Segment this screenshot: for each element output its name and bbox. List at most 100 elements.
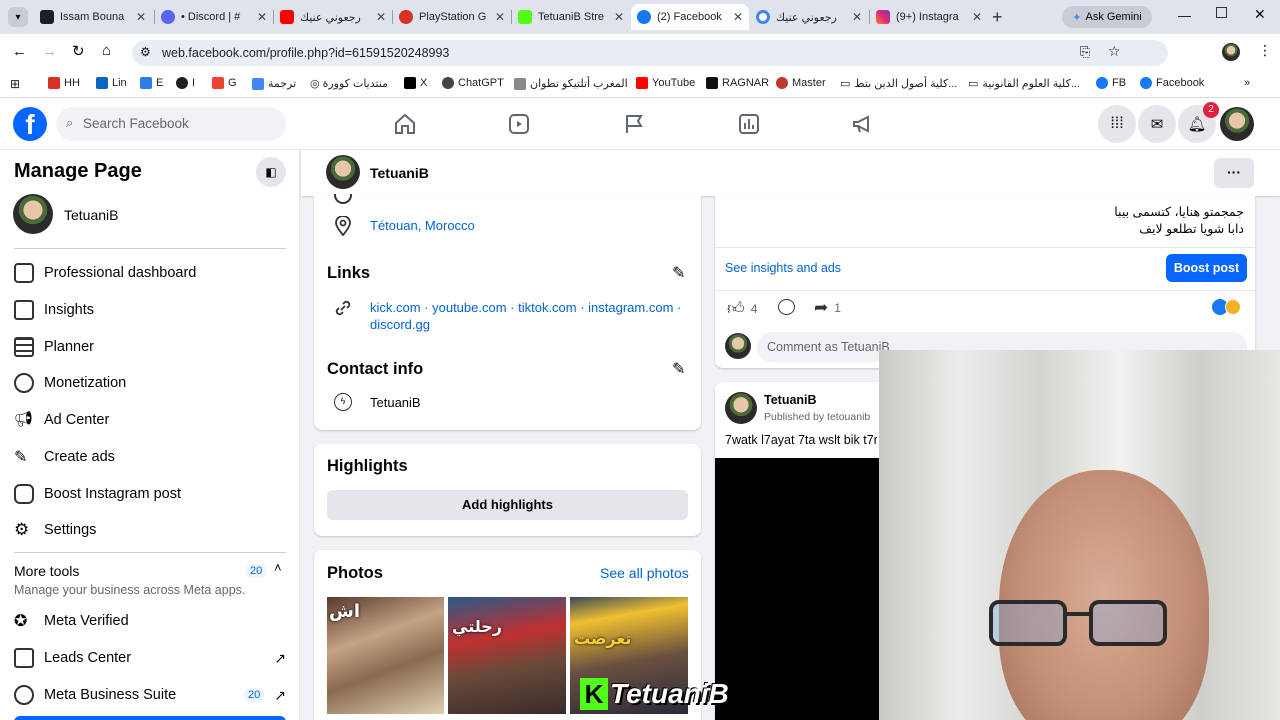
close-icon[interactable]: ✕ [852, 10, 862, 24]
ask-gemini-button[interactable]: ✦ Ask Gemini [1062, 6, 1152, 28]
sidebar-item-professional-dashboard[interactable]: Professional dashboard [14, 258, 196, 288]
bookmark-item[interactable]: YouTube [636, 77, 695, 89]
sidebar-item-insights[interactable]: Insights [14, 295, 94, 325]
bookmark-item[interactable]: E [140, 77, 163, 89]
bookmark-item[interactable]: ◎ منتديات كوورة [310, 77, 388, 90]
see-all-photos-link[interactable]: See all photos [600, 565, 689, 581]
menu-grid-button[interactable]: ⁞⁞⁞ [1098, 105, 1136, 143]
bookmark-item[interactable]: ChatGPT [442, 77, 504, 89]
gear-icon: ⚙ [14, 520, 30, 539]
home-nav-icon[interactable] [393, 112, 417, 136]
close-icon[interactable]: ✕ [733, 10, 743, 24]
browser-menu-icon[interactable]: ⋮ [1258, 42, 1272, 59]
location-link[interactable]: Tétouan, Morocco [370, 218, 475, 233]
bookmark-item[interactable]: ترجمة [252, 77, 296, 90]
bookmark-star-icon[interactable]: ☆ [1108, 43, 1121, 60]
close-icon[interactable]: ✕ [136, 10, 146, 24]
insights-nav-icon[interactable] [737, 112, 761, 136]
profile-name[interactable]: TetuaniB [370, 165, 429, 181]
post-author-name[interactable]: TetuaniB [764, 393, 817, 407]
forward-arrow-icon[interactable]: → [42, 43, 57, 60]
back-arrow-icon[interactable]: ← [12, 43, 27, 60]
comment-icon[interactable] [778, 299, 795, 315]
bookmark-item[interactable]: Master [776, 77, 826, 89]
minimize-button[interactable]: — [1178, 8, 1191, 23]
window-close-button[interactable]: ✕ [1254, 6, 1266, 23]
edit-links-pencil-icon[interactable]: ✎ [672, 263, 685, 283]
flag-nav-icon[interactable] [622, 112, 646, 136]
close-icon[interactable]: ✕ [614, 10, 624, 24]
sidebar-item-planner[interactable]: Planner [14, 332, 94, 362]
reels-nav-icon[interactable] [507, 112, 531, 136]
bookmark-item[interactable]: Lin [96, 77, 127, 89]
new-tab-button[interactable]: + [992, 7, 1003, 28]
sidebar-item-meta-verified[interactable]: ✪ Meta Verified [14, 606, 129, 636]
tab-search-button[interactable]: ▾ [8, 7, 28, 27]
profile-more-button[interactable]: ··· [1214, 158, 1254, 188]
sidebar-primary-button[interactable] [14, 716, 286, 720]
close-icon[interactable]: ✕ [972, 10, 982, 24]
bookmark-item[interactable]: RAGNAR [706, 77, 769, 89]
browser-tab-active[interactable]: (2) Facebook ✕ [631, 4, 749, 30]
search-input[interactable]: ⌕ Search Facebook [56, 107, 286, 141]
page-avatar[interactable] [13, 194, 53, 234]
boost-post-button[interactable]: Boost post [1166, 254, 1247, 282]
browser-tab[interactable]: رجعوني عنيك ✕ [750, 4, 868, 30]
browser-tab[interactable]: TetuaniB Stre ✕ [512, 4, 630, 30]
apps-grid-icon[interactable]: ⊞ [10, 77, 20, 91]
close-icon[interactable]: ✕ [257, 10, 267, 24]
see-insights-link[interactable]: See insights and ads [725, 261, 841, 275]
close-icon[interactable]: ✕ [376, 10, 386, 24]
browser-tab[interactable]: • Discord | # ✕ [155, 4, 273, 30]
profile-avatar[interactable] [326, 155, 360, 189]
bookmark-item[interactable]: Facebook [1140, 77, 1204, 89]
profile-sticky-bar [301, 150, 1280, 196]
browser-tab[interactable]: (9+) Instagra ✕ [870, 4, 988, 30]
bookmark-folder[interactable]: ▭ كلية أصول الدين بتط... [840, 77, 957, 90]
post-author-avatar[interactable] [725, 392, 757, 424]
browser-tab[interactable]: Issam Bouna ✕ [34, 4, 152, 30]
bookmark-item[interactable]: FB [1096, 77, 1126, 89]
account-avatar[interactable] [1220, 107, 1254, 141]
like-button[interactable]: 👍︎ 4 [727, 298, 757, 319]
site-info-icon[interactable]: ⚙ [140, 45, 151, 59]
sidebar-item-leads-center[interactable]: Leads Center ↗ [14, 643, 286, 673]
bookmark-folder[interactable]: ▭ كلية العلوم القانونية... [968, 77, 1080, 90]
sidebar-item-monetization[interactable]: Monetization [14, 368, 126, 398]
bookmark-item[interactable]: X [404, 77, 427, 89]
bookmark-item[interactable]: المغرب أتلتيكو تطوان [514, 77, 628, 90]
bookmark-item[interactable]: G [212, 77, 237, 89]
bookmark-item[interactable]: HH [48, 77, 80, 89]
chevron-right-icon[interactable]: » [1244, 77, 1250, 89]
add-highlights-button[interactable]: Add highlights [327, 490, 688, 520]
photo-thumbnail[interactable]: اش [327, 597, 444, 714]
bookmark-item[interactable]: I [176, 77, 195, 89]
home-icon[interactable]: ⌂ [102, 42, 111, 59]
megaphone-nav-icon[interactable] [851, 112, 875, 136]
browser-profile-avatar[interactable] [1222, 43, 1240, 61]
sidebar-item-meta-business-suite[interactable]: Meta Business Suite 20 ↗ [14, 680, 286, 710]
search-icon: ⌕ [66, 115, 74, 130]
facebook-logo-icon[interactable]: f [13, 107, 47, 141]
social-links[interactable]: kick.com · youtube.com · tiktok.com · in… [370, 300, 686, 333]
share-button[interactable]: ➦ 1 [814, 298, 841, 318]
more-tools-heading[interactable]: More tools [14, 563, 79, 579]
address-bar[interactable]: ⚙ web.facebook.com/profile.php?id=615915… [132, 40, 1168, 66]
maximize-button[interactable] [1216, 7, 1227, 18]
close-icon[interactable]: ✕ [495, 10, 505, 24]
switch-view-button[interactable]: ◧ [256, 157, 286, 187]
reload-icon[interactable]: ↻ [72, 42, 85, 60]
edit-contact-pencil-icon[interactable]: ✎ [672, 359, 685, 379]
page-name[interactable]: TetuaniB [64, 207, 118, 223]
sidebar-item-ad-center[interactable]: 📢︎ Ad Center [14, 405, 109, 435]
photo-thumbnail[interactable]: رحلتي [448, 597, 566, 714]
chevron-up-icon[interactable]: ˄ [274, 560, 282, 575]
browser-tab[interactable]: رجعوني عنيك ✕ [274, 4, 392, 30]
post-video[interactable] [715, 458, 880, 720]
sidebar-item-create-ads[interactable]: ✎ Create ads [14, 442, 115, 472]
browser-tab[interactable]: PlayStation G ✕ [393, 4, 511, 30]
sidebar-item-boost-instagram[interactable]: Boost Instagram post [14, 479, 181, 509]
install-icon[interactable]: ⎘ [1080, 44, 1090, 60]
messenger-button[interactable]: ✉ [1138, 105, 1176, 143]
sidebar-item-settings[interactable]: ⚙ Settings [14, 515, 96, 545]
